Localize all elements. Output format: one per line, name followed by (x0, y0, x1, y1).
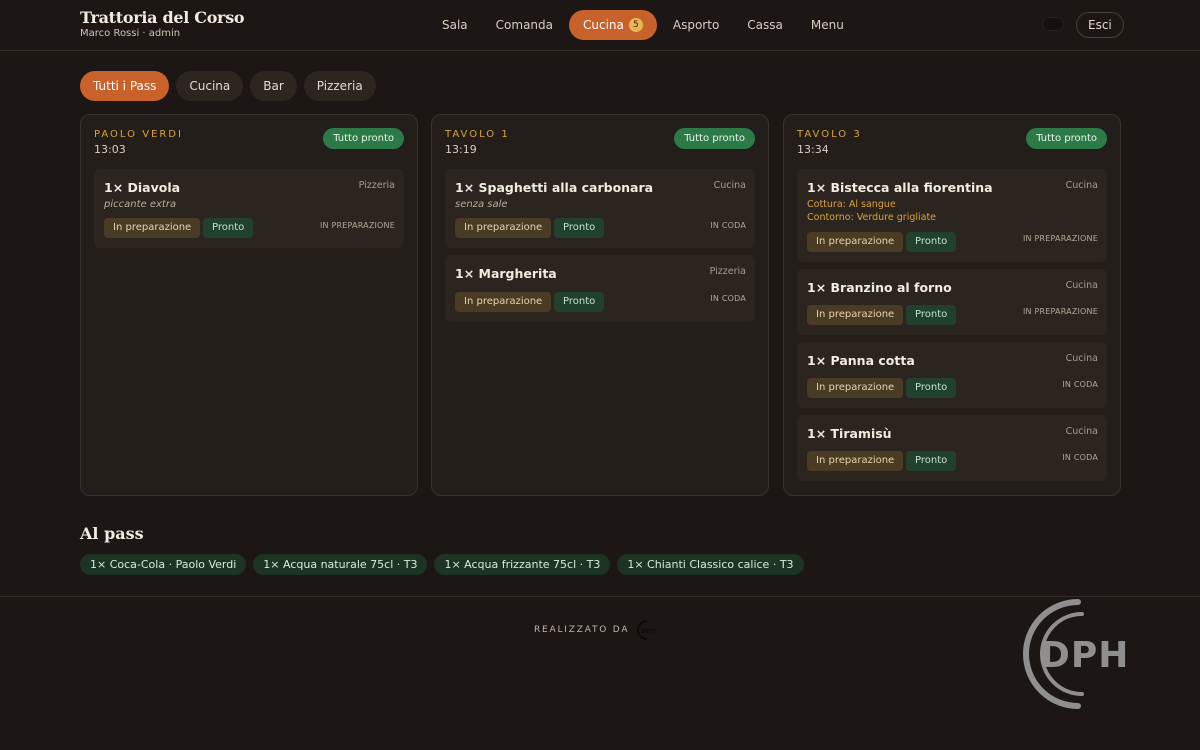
order-item: 1× Branzino al forno Cucina In preparazi… (797, 269, 1107, 335)
order-item: 1× Margherita Pizzeria In preparazione P… (445, 255, 755, 322)
order-status: IN PREPARAZIONE (1023, 307, 1098, 316)
filter-all[interactable]: Tutti i Pass (80, 71, 170, 101)
order-title: 1× Bistecca alla fiorentina (807, 180, 993, 195)
order-station: Cucina (713, 180, 746, 191)
ticket-name: TAVOLO 1 (445, 129, 510, 140)
in-preparation-button[interactable]: In preparazione (455, 292, 552, 312)
order-item: 1× Diavola Pizzeria piccante extra In pr… (94, 169, 404, 248)
order-item: 1× Tiramisù Cucina In preparazione Pront… (797, 415, 1107, 481)
order-item: 1× Spaghetti alla carbonara Cucina senza… (445, 169, 755, 248)
order-title: 1× Diavola (104, 180, 181, 195)
order-modifier: Cottura: Al sangue (807, 199, 896, 210)
brand: Trattoria del Corso Marco Rossi · admin (80, 8, 245, 39)
nav-comanda[interactable]: Comanda (484, 10, 565, 40)
in-preparation-button[interactable]: In preparazione (455, 218, 552, 238)
filter-cucina[interactable]: Cucina (176, 71, 244, 101)
order-title: 1× Branzino al forno (807, 280, 952, 295)
order-status: IN PREPARAZIONE (1023, 234, 1098, 243)
ticket-header: TAVOLO 1 13:19 (445, 129, 510, 156)
ticket-name: PAOLO VERDI (94, 129, 183, 140)
logout-button[interactable]: Esci (1076, 12, 1124, 38)
pass-item[interactable]: 1× Acqua naturale 75cl · T3 (253, 554, 428, 575)
nav-asporto[interactable]: Asporto (661, 10, 731, 40)
nav-label: Asporto (672, 18, 720, 32)
order-station: Cucina (1065, 180, 1098, 191)
pass-item[interactable]: 1× Chianti Classico calice · T3 (617, 554, 804, 575)
ticket-column-tavolo-3: TAVOLO 3 13:34 Tutto pronto 1× Bistecca … (783, 114, 1121, 496)
ticket-header: TAVOLO 3 13:34 (797, 129, 862, 156)
theme-toggle-icon[interactable] (1042, 17, 1064, 31)
all-ready-button[interactable]: Tutto pronto (1026, 128, 1107, 149)
ticket-time: 13:19 (445, 143, 477, 156)
pass-filters: Tutti i Pass Cucina Bar Pizzeria (80, 71, 383, 101)
nav-menu[interactable]: Menu (799, 10, 856, 40)
order-station: Pizzeria (358, 180, 395, 191)
footer-credit: REALIZZATO DA (534, 625, 630, 635)
order-note: piccante extra (104, 199, 177, 210)
pass-item[interactable]: 1× Acqua frizzante 75cl · T3 (434, 554, 611, 575)
order-note: senza sale (455, 199, 508, 210)
in-preparation-button[interactable]: In preparazione (807, 305, 904, 325)
all-ready-button[interactable]: Tutto pronto (323, 128, 404, 149)
nav-cassa[interactable]: Cassa (735, 10, 795, 40)
order-status: IN CODA (710, 221, 746, 230)
ticket-time: 13:34 (797, 143, 829, 156)
pass-item[interactable]: 1× Coca-Cola · Paolo Verdi (80, 554, 247, 575)
ready-button[interactable]: Pronto (906, 451, 957, 471)
order-station: Cucina (1065, 280, 1098, 291)
ticket-header: PAOLO VERDI 13:03 (94, 129, 183, 156)
order-title: 1× Spaghetti alla carbonara (455, 180, 654, 195)
main-nav: Sala Comanda Cucina 5 Asporto Cassa Menu (430, 10, 860, 40)
order-station: Cucina (1065, 426, 1098, 437)
ready-button[interactable]: Pronto (906, 305, 957, 325)
svg-text:DPH: DPH (1040, 635, 1129, 676)
nav-label: Comanda (495, 18, 554, 32)
ticket-column-tavolo-1: TAVOLO 1 13:19 Tutto pronto 1× Spaghetti… (431, 114, 769, 496)
in-preparation-button[interactable]: In preparazione (807, 232, 904, 252)
ready-button[interactable]: Pronto (554, 292, 605, 312)
order-title: 1× Tiramisù (807, 426, 892, 441)
nav-label: Cucina (583, 18, 624, 32)
order-item: 1× Panna cotta Cucina In preparazione Pr… (797, 342, 1107, 408)
order-status: IN CODA (710, 294, 746, 303)
in-preparation-button[interactable]: In preparazione (807, 378, 904, 398)
nav-count-badge: 5 (628, 18, 643, 32)
ready-button[interactable]: Pronto (203, 218, 254, 238)
order-modifier: Contorno: Verdure grigliate (807, 212, 937, 223)
order-status: IN CODA (1062, 380, 1098, 389)
ticket-time: 13:03 (94, 143, 126, 156)
nav-label: Sala (442, 18, 468, 32)
nav-sala[interactable]: Sala (430, 10, 480, 40)
nav-label: Cassa (747, 18, 783, 32)
order-station: Cucina (1065, 353, 1098, 364)
ready-button[interactable]: Pronto (906, 378, 957, 398)
pass-list: 1× Coca-Cola · Paolo Verdi 1× Acqua natu… (80, 554, 811, 575)
dph-logo-icon: DPH (637, 620, 655, 640)
svg-text:DPH: DPH (641, 628, 655, 635)
order-title: 1× Panna cotta (807, 353, 915, 368)
order-station: Pizzeria (709, 266, 746, 277)
order-title: 1× Margherita (455, 266, 557, 281)
nav-label: Menu (810, 18, 844, 32)
pass-section-title: Al pass (80, 524, 144, 543)
ready-button[interactable]: Pronto (554, 218, 605, 238)
restaurant-title: Trattoria del Corso (80, 8, 245, 27)
user-label: Marco Rossi · admin (80, 28, 181, 39)
ticket-column-paolo-verdi: PAOLO VERDI 13:03 Tutto pronto 1× Diavol… (80, 114, 418, 496)
in-preparation-button[interactable]: In preparazione (807, 451, 904, 471)
order-status: IN PREPARAZIONE (320, 221, 395, 230)
all-ready-button[interactable]: Tutto pronto (674, 128, 755, 149)
filter-bar[interactable]: Bar (250, 71, 297, 101)
order-item: 1× Bistecca alla fiorentina Cucina Cottu… (797, 169, 1107, 262)
ticket-name: TAVOLO 3 (797, 129, 862, 140)
ready-button[interactable]: Pronto (906, 232, 957, 252)
dph-watermark-icon: DPH (1023, 599, 1129, 709)
nav-cucina[interactable]: Cucina 5 (569, 10, 657, 40)
filter-pizzeria[interactable]: Pizzeria (303, 71, 376, 101)
top-bar: Trattoria del Corso Marco Rossi · admin … (0, 0, 1200, 51)
in-preparation-button[interactable]: In preparazione (104, 218, 201, 238)
order-status: IN CODA (1062, 453, 1098, 462)
